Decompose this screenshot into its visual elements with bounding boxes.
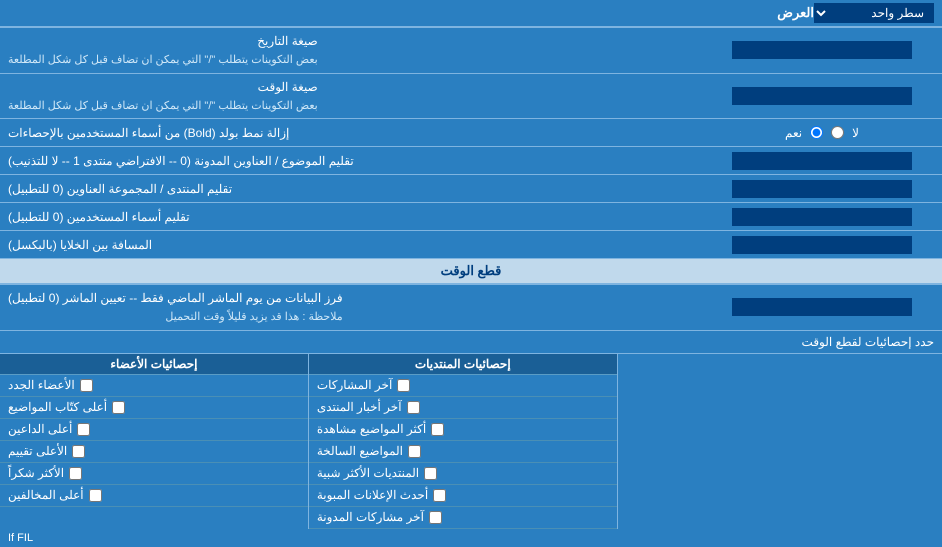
header-label: العرض <box>8 5 814 21</box>
bottom-note: If FIL <box>0 529 942 547</box>
checkbox-most-thanks[interactable] <box>69 467 82 480</box>
time-format-desc: صيغة الوقت بعض التكوينات يتطلب "/" التي … <box>0 74 702 119</box>
list-item: أعلى الداعين <box>0 419 308 441</box>
row-filter-time: 0 فرز البيانات من يوم الماشر الماضي فقط … <box>0 285 942 331</box>
display-select[interactable]: سطر واحد سطرين ثلاثة أسطر <box>814 3 934 23</box>
forum-topics-input-cell: 33 <box>702 147 942 174</box>
label-most-thanks: الأكثر شكراً <box>8 466 64 480</box>
forum-topics-input[interactable]: 33 <box>732 152 912 170</box>
checkbox-col-forums: إحصائيات المنتديات آخر المشاركات آخر أخب… <box>308 354 617 529</box>
list-item: المواضيع السالخة <box>309 441 617 463</box>
col2-header: إحصائيات الأعضاء <box>0 354 308 375</box>
label-new-ads: أحدث الإعلانات المبوبة <box>317 488 428 502</box>
checkbox-top-rate[interactable] <box>72 445 85 458</box>
row-time-format: H:i صيغة الوقت بعض التكوينات يتطلب "/" ا… <box>0 74 942 120</box>
checkbox-last-noted[interactable] <box>429 511 442 524</box>
label-top-posters: أعلى كتّاب المواضيع <box>8 400 107 414</box>
trim-users-input-cell: 0 <box>702 203 942 230</box>
row-date-format: d-m صيغة التاريخ بعض التكوينات يتطلب "/"… <box>0 28 942 74</box>
date-format-desc: صيغة التاريخ بعض التكوينات يتطلب "/" الت… <box>0 28 702 73</box>
label-top-vips: أعلى المخالفين <box>8 488 84 502</box>
radio-yes-label: نعم <box>785 126 802 140</box>
checkbox-top-posters[interactable] <box>112 401 125 414</box>
col1-header: إحصائيات المنتديات <box>309 354 617 375</box>
list-item: الأكثر شكراً <box>0 463 308 485</box>
list-item: آخر مشاركات المدونة <box>309 507 617 529</box>
trim-users-input[interactable]: 0 <box>732 208 912 226</box>
forum-group-input-cell: 33 <box>702 175 942 202</box>
list-item: الأعلى تقييم <box>0 441 308 463</box>
bottom-left-panel <box>617 354 942 529</box>
date-format-input[interactable]: d-m <box>732 41 912 59</box>
forum-group-input[interactable]: 33 <box>732 180 912 198</box>
row-bold-remove: لا نعم إزالة نمط بولد (Bold) من أسماء ال… <box>0 119 942 147</box>
filter-time-input-cell: 0 <box>702 285 942 330</box>
checkbox-last-posts[interactable] <box>397 379 410 392</box>
checkbox-col-members: إحصائيات الأعضاء الأعضاء الجدد أعلى كتّا… <box>0 354 308 529</box>
list-item: الأعضاء الجدد <box>0 375 308 397</box>
filter-time-desc: فرز البيانات من يوم الماشر الماضي فقط --… <box>0 285 702 330</box>
checkbox-old-topics[interactable] <box>408 445 421 458</box>
row-trim-users: 0 تقليم أسماء المستخدمين (0 للتطبيل) <box>0 203 942 231</box>
row-forum-topics: 33 تقليم الموضوع / العناوين المدونة (0 -… <box>0 147 942 175</box>
checkbox-new-ads[interactable] <box>433 489 446 502</box>
bold-remove-desc: إزالة نمط بولد (Bold) من أسماء المستخدمي… <box>0 119 702 146</box>
bottom-section: إحصائيات المنتديات آخر المشاركات آخر أخب… <box>0 354 942 529</box>
list-item: أكثر المواضيع مشاهدة <box>309 419 617 441</box>
checkbox-cols: إحصائيات المنتديات آخر المشاركات آخر أخب… <box>0 354 617 529</box>
limit-row: حدد إحصائيات لقطع الوقت <box>0 331 942 354</box>
list-item: أعلى كتّاب المواضيع <box>0 397 308 419</box>
label-top-rate: الأعلى تقييم <box>8 444 67 458</box>
label-last-forum-news: آخر أخبار المنتدى <box>317 400 402 414</box>
time-format-input-cell: H:i <box>702 74 942 119</box>
cut-time-section-header: قطع الوقت <box>0 259 942 285</box>
trim-users-desc: تقليم أسماء المستخدمين (0 للتطبيل) <box>0 203 702 230</box>
radio-yes[interactable] <box>810 126 823 139</box>
checkbox-similar-forums[interactable] <box>424 467 437 480</box>
date-format-input-cell: d-m <box>702 28 942 73</box>
list-item: أحدث الإعلانات المبوبة <box>309 485 617 507</box>
cell-spacing-input[interactable]: 2 <box>732 236 912 254</box>
label-last-posts: آخر المشاركات <box>317 378 392 392</box>
row-cell-spacing: 2 المسافة بين الخلايا (بالبكسل) <box>0 231 942 259</box>
forum-group-desc: تقليم المنتدى / المجموعة العناوين (0 للت… <box>0 175 702 202</box>
label-last-noted: آخر مشاركات المدونة <box>317 510 424 524</box>
label-old-topics: المواضيع السالخة <box>317 444 403 458</box>
checkbox-most-viewed[interactable] <box>431 423 444 436</box>
main-container: سطر واحد سطرين ثلاثة أسطر العرض d-m صيغة… <box>0 0 942 547</box>
cell-spacing-input-cell: 2 <box>702 231 942 258</box>
bold-remove-radio-cell: لا نعم <box>702 119 942 146</box>
label-top-posters2: أعلى الداعين <box>8 422 72 436</box>
header-row: سطر واحد سطرين ثلاثة أسطر العرض <box>0 0 942 28</box>
radio-no-label: لا <box>852 126 859 140</box>
time-format-input[interactable]: H:i <box>732 87 912 105</box>
forum-topics-desc: تقليم الموضوع / العناوين المدونة (0 -- ا… <box>0 147 702 174</box>
checkbox-last-forum-news[interactable] <box>407 401 420 414</box>
list-item: آخر المشاركات <box>309 375 617 397</box>
cell-spacing-desc: المسافة بين الخلايا (بالبكسل) <box>0 231 702 258</box>
radio-no[interactable] <box>831 126 844 139</box>
label-new-members: الأعضاء الجدد <box>8 378 75 392</box>
checkbox-top-posters2[interactable] <box>77 423 90 436</box>
list-item: آخر أخبار المنتدى <box>309 397 617 419</box>
checkbox-new-members[interactable] <box>80 379 93 392</box>
label-most-viewed: أكثر المواضيع مشاهدة <box>317 422 426 436</box>
label-similar-forums: المنتديات الأكثر شبية <box>317 466 419 480</box>
list-item: أعلى المخالفين <box>0 485 308 507</box>
checkbox-top-vips[interactable] <box>89 489 102 502</box>
filter-time-input[interactable]: 0 <box>732 298 912 316</box>
row-forum-group: 33 تقليم المنتدى / المجموعة العناوين (0 … <box>0 175 942 203</box>
list-item: المنتديات الأكثر شبية <box>309 463 617 485</box>
